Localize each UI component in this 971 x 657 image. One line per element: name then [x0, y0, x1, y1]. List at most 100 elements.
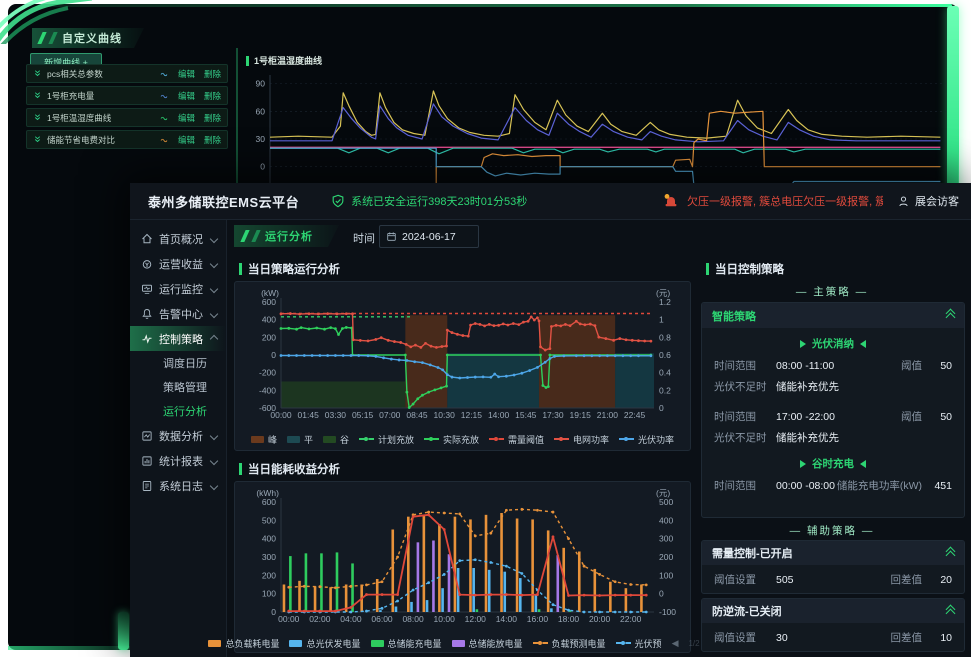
demand-control-header[interactable]: 需量控制-已开启 [702, 541, 964, 565]
app-header: 泰州多储联控EMS云平台 系统已安全运行398天23时01分53秒 欠压一级报警… [130, 183, 971, 220]
legend-item[interactable]: 负载预测电量 [533, 637, 606, 650]
strategy-row: 时间范围 00:00 -08:00 储能充电功率(kW) 451 [702, 475, 964, 496]
svg-text:20:00: 20:00 [589, 614, 611, 624]
svg-text:1.2: 1.2 [659, 297, 671, 307]
delete-button[interactable]: 删除 [204, 90, 221, 102]
sidebar-subitem-strategy-management[interactable]: 策略管理 [130, 375, 226, 399]
svg-text:02:00: 02:00 [309, 614, 331, 624]
edit-button[interactable]: 编辑 [178, 134, 195, 146]
pv-consumption-header: 光伏消纳 [702, 336, 964, 351]
row-label: 光伏不足时 [714, 430, 776, 445]
edit-button[interactable]: 编辑 [178, 112, 195, 124]
neon-top-border [48, 4, 952, 7]
legend-item[interactable]: 谷 [323, 433, 349, 446]
section-title-control: 当日控制策略 [706, 261, 784, 277]
delete-button[interactable]: 删除 [204, 112, 221, 124]
svg-text:100: 100 [659, 570, 673, 580]
anti-backflow-header[interactable]: 防逆流-已关闭 [702, 599, 964, 623]
user-menu[interactable]: 展会访客 [897, 193, 959, 209]
delete-button[interactable]: 删除 [204, 134, 221, 146]
svg-text:08:45: 08:45 [406, 410, 428, 420]
legend-item[interactable]: 总储能放电量 [452, 637, 523, 650]
legend-page-num[interactable]: 1/2 [688, 639, 699, 648]
breadcrumb-text: 运行分析 [265, 228, 313, 244]
sidebar-subitem-operation-analysis[interactable]: 运行分析 [130, 399, 226, 423]
sidebar-subitem-dispatch-calendar[interactable]: 调度日历 [130, 351, 226, 375]
legend-item[interactable]: 峰 [251, 433, 277, 446]
svg-text:0: 0 [659, 589, 664, 599]
legend-item[interactable]: 光伏预 [616, 637, 662, 650]
alarm-siren-icon[interactable] [663, 193, 679, 209]
corner-swirl-decoration [0, 0, 92, 44]
date-picker[interactable]: 2024-06-17 [379, 225, 479, 248]
triangle-right-icon [800, 460, 806, 468]
svg-text:-400: -400 [259, 385, 276, 395]
legend-item[interactable]: 电网功率 [554, 433, 609, 446]
custom-curve-list: pcs相关总参数 编辑 删除 1号柜充电量 编辑 删除 1号柜温湿度曲线 编辑 … [26, 61, 228, 149]
sidebar-item-home[interactable]: 首页概况 [130, 226, 226, 251]
row-value: 10 [922, 632, 952, 644]
sidebar-subitem-label: 运行分析 [163, 403, 207, 419]
svg-text:1: 1 [659, 315, 664, 325]
sidebar-item-label: 统计报表 [159, 453, 203, 469]
row-label: 阈值 [901, 409, 922, 424]
clipboard-icon [141, 480, 153, 492]
sidebar-item-label: 首页概况 [159, 231, 203, 247]
strategy-row: 时间范围 08:00 -11:00 阈值 50 [702, 355, 964, 376]
row-label: 回差值 [891, 630, 923, 645]
list-item[interactable]: 1号柜温湿度曲线 编辑 删除 [26, 108, 228, 127]
collapse-icon[interactable] [947, 606, 954, 617]
sidebar-item-system-logs[interactable]: 系统日志 [130, 473, 226, 498]
chevron-down-icon [210, 456, 218, 464]
list-item[interactable]: 储能节省电费对比 编辑 删除 [26, 130, 228, 149]
list-item[interactable]: 1号柜充电量 编辑 删除 [26, 86, 228, 105]
card-title: 防逆流-已关闭 [712, 603, 782, 619]
legend-item[interactable]: 总储能充电量 [371, 637, 442, 650]
uptime-text: 系统已安全运行398天23时01分53秒 [351, 193, 527, 209]
ems-platform-window: 泰州多储联控EMS云平台 系统已安全运行398天23时01分53秒 欠压一级报警… [130, 183, 971, 657]
legend-item[interactable]: 需量阈值 [489, 433, 544, 446]
list-item[interactable]: pcs相关总参数 编辑 删除 [26, 64, 228, 83]
legend-item[interactable]: 总负载耗电量 [208, 637, 279, 650]
edit-button[interactable]: 编辑 [178, 68, 195, 80]
sidebar-item-data-analysis[interactable]: 数据分析 [130, 423, 226, 448]
bell-icon [141, 308, 153, 320]
sidebar-item-label: 运营收益 [159, 256, 203, 272]
sidebar-item-reports[interactable]: 统计报表 [130, 448, 226, 473]
legend-item[interactable]: 实际充放 [424, 433, 479, 446]
home-icon [141, 233, 153, 245]
legend-item[interactable]: 平 [287, 433, 313, 446]
row-value: 30 [776, 632, 788, 644]
alarm-ticker[interactable]: 欠压一级报警, 簇总电压欠压一级报警, 簇SO [687, 193, 883, 209]
curve-name: 储能节省电费对比 [47, 134, 154, 146]
sidebar-item-revenue[interactable]: 运营收益 [130, 251, 226, 276]
sidebar-item-control-strategy[interactable]: 控制策略 [130, 326, 226, 351]
svg-text:-200: -200 [259, 368, 276, 378]
group-title: 光伏消纳 [812, 336, 854, 351]
sidebar-item-monitoring[interactable]: 运行监控 [130, 276, 226, 301]
svg-text:04:00: 04:00 [340, 614, 362, 624]
slash-decoration [251, 230, 260, 242]
monitor-icon [141, 283, 153, 295]
edit-button[interactable]: 编辑 [178, 90, 195, 102]
title-accent-bar [239, 263, 242, 275]
triangle-left-icon [860, 460, 866, 468]
svg-text:200: 200 [659, 552, 673, 562]
sidebar-item-alarms[interactable]: 告警中心 [130, 301, 226, 326]
svg-text:(元): (元) [656, 488, 670, 498]
collapse-icon[interactable] [947, 310, 954, 321]
legend-page-prev[interactable]: ◀ [672, 638, 679, 649]
svg-text:10:30: 10:30 [434, 410, 456, 420]
delete-button[interactable]: 删除 [204, 68, 221, 80]
bg-chart-title: 1号柜温湿度曲线 [254, 54, 322, 67]
calendar-icon [386, 231, 397, 242]
legend-item[interactable]: 光伏功率 [619, 433, 674, 446]
uptime-status: 系统已安全运行398天23时01分53秒 [331, 193, 527, 209]
collapse-icon[interactable] [947, 548, 954, 559]
svg-text:0.4: 0.4 [659, 368, 671, 378]
chevron-down-icon [210, 481, 218, 489]
legend-item[interactable]: 计划充放 [359, 433, 414, 446]
smart-strategy-header[interactable]: 智能策略 [702, 303, 964, 328]
legend-item[interactable]: 总光伏发电量 [289, 637, 360, 650]
svg-text:300: 300 [659, 534, 673, 544]
